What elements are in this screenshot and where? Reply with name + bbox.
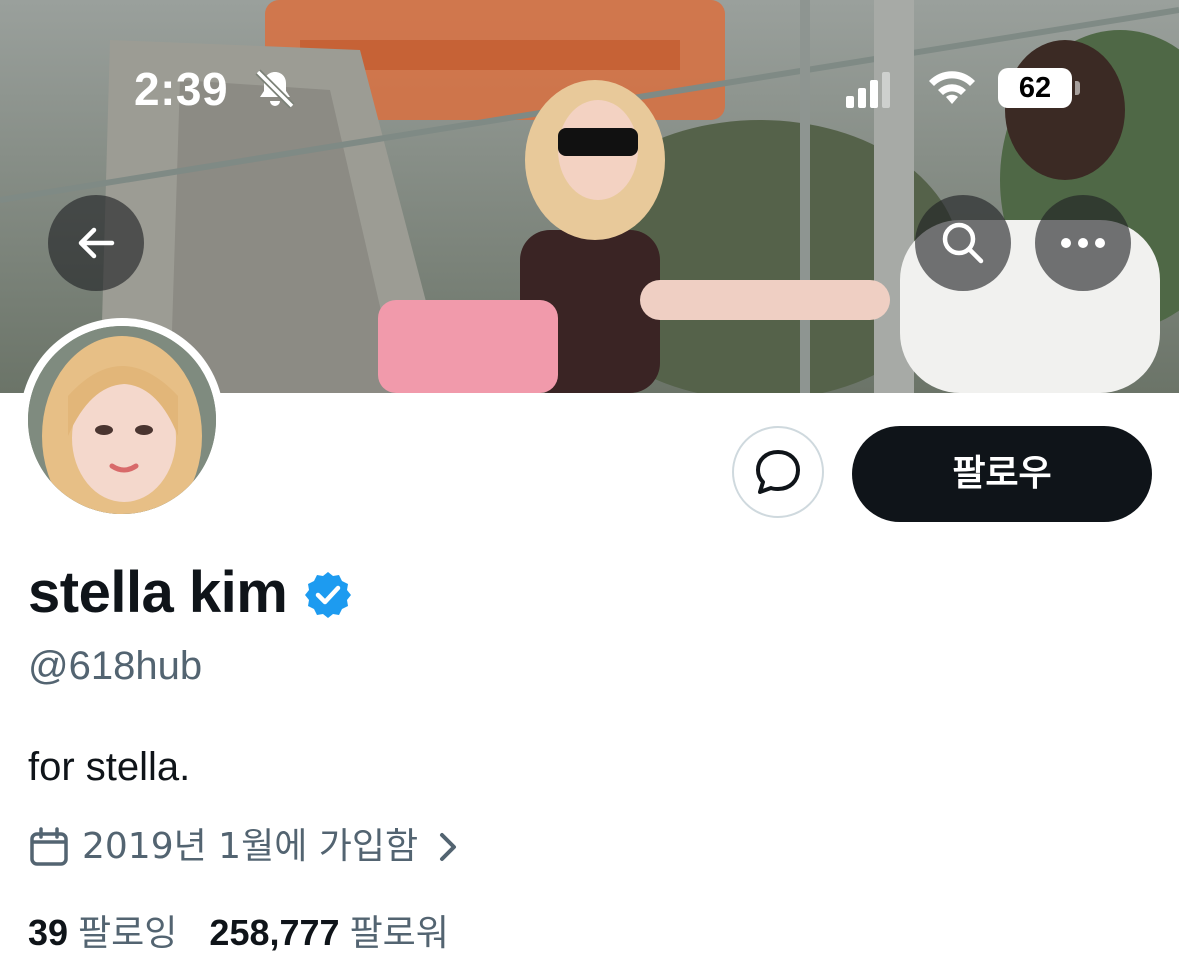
follow-stats: 39 팔로잉 258,777 팔로워	[28, 906, 449, 960]
followers-count: 258,777	[209, 911, 340, 953]
back-arrow-icon	[78, 227, 115, 259]
status-time: 2:39	[134, 63, 229, 115]
following-label: 팔로잉	[78, 912, 178, 954]
verified-badge-icon[interactable]	[303, 570, 353, 620]
avatar-image	[28, 326, 216, 514]
more-dots-icon	[1061, 238, 1105, 248]
avatar[interactable]	[20, 318, 224, 522]
followers-label: 팔로워	[349, 912, 449, 954]
battery-level: 62	[998, 68, 1072, 108]
joined-date-row[interactable]: 2019년 1월에 가입함	[28, 820, 462, 874]
battery-nub	[1075, 81, 1080, 95]
following-count: 39	[28, 911, 69, 953]
joined-date: 2019년 1월에 가입함	[82, 826, 419, 867]
bell-slash-icon	[255, 69, 295, 109]
back-button[interactable]	[48, 195, 144, 291]
display-name-row: stella kim	[28, 556, 353, 630]
chevron-right-icon	[440, 833, 457, 861]
following-stat[interactable]: 39 팔로잉	[28, 906, 177, 961]
calendar-icon	[30, 827, 68, 866]
followers-stat[interactable]: 258,777 팔로워	[209, 906, 449, 961]
follow-button[interactable]: 팔로우	[852, 426, 1152, 522]
wifi-icon	[929, 71, 975, 104]
profile-page: 2:39 62 팔로우 stella kim @618hub for stell…	[0, 0, 1179, 970]
message-button[interactable]	[732, 426, 824, 518]
search-icon	[942, 222, 984, 264]
username-handle: @618hub	[28, 644, 203, 688]
bio: for stella.	[28, 745, 191, 789]
signal-icon	[846, 72, 890, 108]
battery-icon: 62	[998, 68, 1082, 108]
search-button[interactable]	[915, 195, 1011, 291]
display-name: stella kim	[28, 560, 288, 625]
status-bar: 2:39 62	[0, 0, 1179, 120]
more-options-button[interactable]	[1035, 195, 1131, 291]
message-bubble-icon	[756, 450, 800, 494]
